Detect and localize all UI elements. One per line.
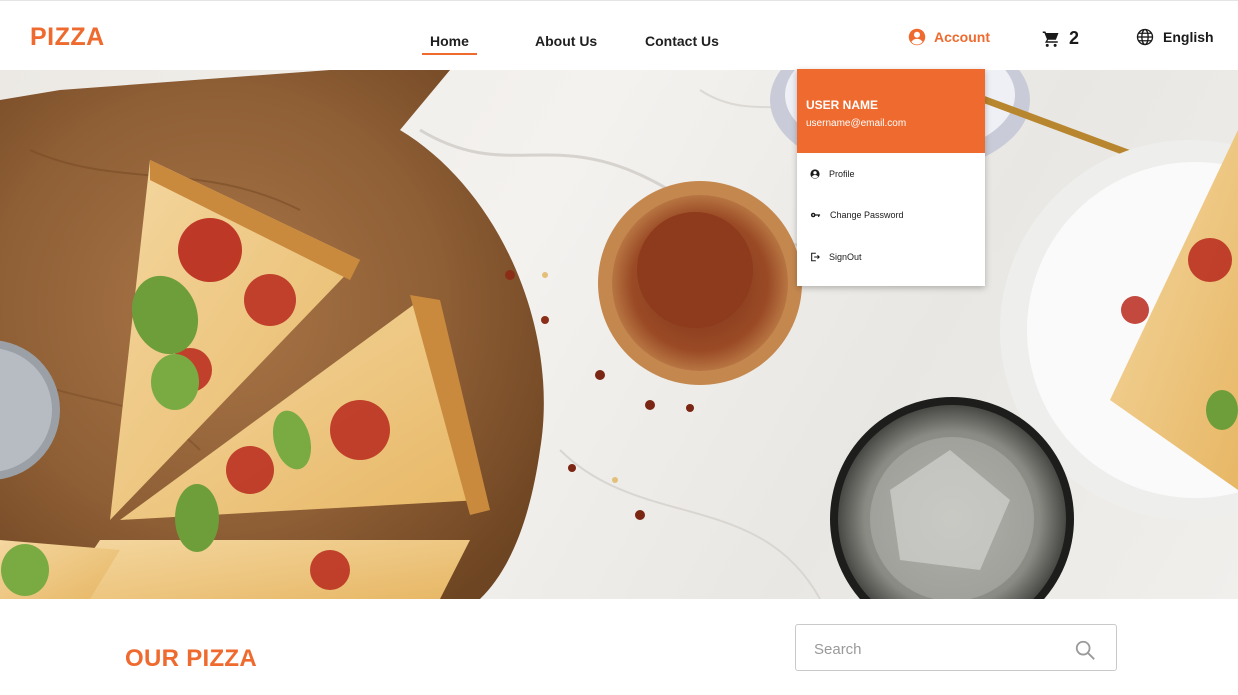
globe-icon xyxy=(1136,28,1154,46)
account-dropdown-menu: USER NAME username@email.com Profile Cha… xyxy=(797,69,985,286)
hero-banner-image xyxy=(0,70,1238,599)
signout-icon xyxy=(811,252,820,262)
user-email: username@email.com xyxy=(806,118,907,129)
menu-item-label: Change Password xyxy=(830,210,904,220)
top-navbar: PIZZA Home About Us Contact Us Account 2… xyxy=(0,0,1238,70)
pizza-photo xyxy=(0,70,1238,599)
account-label: Account xyxy=(934,29,990,45)
nav-home-link[interactable]: Home xyxy=(422,33,477,55)
menu-item-profile[interactable]: Profile xyxy=(810,169,855,179)
nav-about-link[interactable]: About Us xyxy=(535,33,597,49)
user-name: USER NAME xyxy=(806,98,879,112)
language-label: English xyxy=(1163,29,1214,45)
cart-count: 2 xyxy=(1069,28,1080,48)
brand-logo[interactable]: PIZZA xyxy=(30,23,105,52)
language-selector[interactable]: English xyxy=(1136,28,1214,46)
search-input[interactable] xyxy=(812,637,1056,661)
search-icon[interactable] xyxy=(1074,639,1096,661)
key-icon xyxy=(810,212,821,218)
cart-icon xyxy=(1042,31,1059,47)
menu-item-change-password[interactable]: Change Password xyxy=(810,210,904,220)
cart-button[interactable]: 2 xyxy=(1042,28,1079,49)
nav-contact-link[interactable]: Contact Us xyxy=(645,33,719,49)
menu-item-label: SignOut xyxy=(829,252,862,262)
profile-icon xyxy=(810,169,820,179)
search-field xyxy=(795,624,1117,671)
menu-item-signout[interactable]: SignOut xyxy=(810,252,862,262)
menu-item-label: Profile xyxy=(829,169,855,179)
account-menu-button[interactable]: Account xyxy=(908,28,990,46)
user-info-header: USER NAME username@email.com xyxy=(797,69,985,153)
section-title: OUR PIZZA xyxy=(125,645,258,672)
account-circle-icon xyxy=(908,28,926,46)
